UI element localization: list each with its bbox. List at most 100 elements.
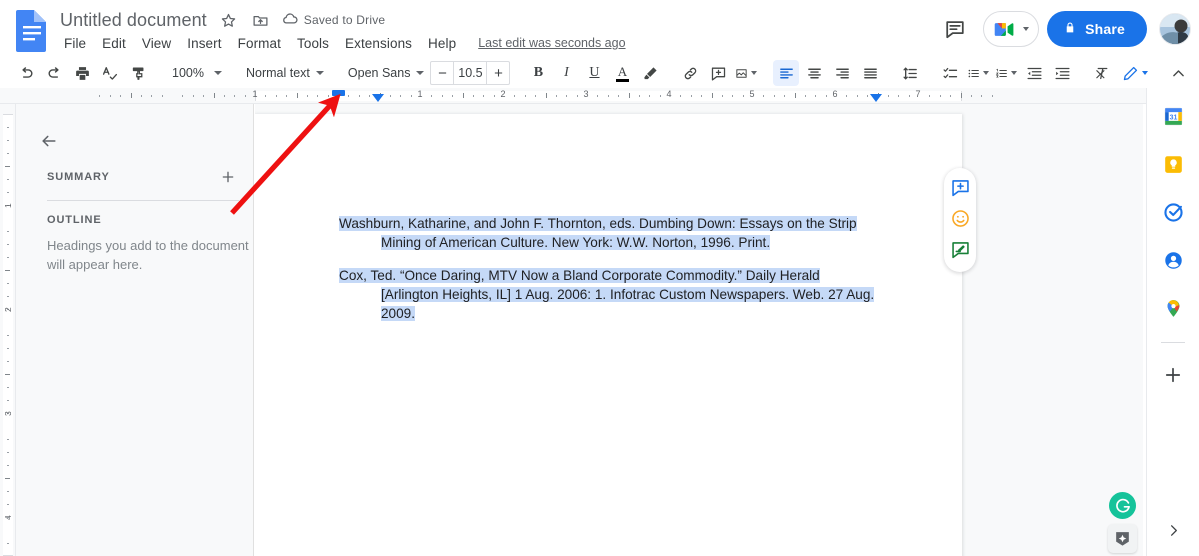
- vertical-ruler-tick: [5, 270, 10, 271]
- docs-logo-icon[interactable]: [14, 8, 50, 50]
- insert-link-icon[interactable]: [677, 60, 703, 86]
- clear-formatting-icon[interactable]: [1089, 60, 1115, 86]
- insert-image-icon[interactable]: [733, 60, 759, 86]
- document-page[interactable]: Washburn, Katharine, and John F. Thornto…: [255, 114, 962, 556]
- vertical-ruler[interactable]: 1 2 3 4: [0, 104, 16, 556]
- vertical-ruler-tick: [7, 504, 9, 505]
- google-meet-icon[interactable]: [983, 11, 1039, 47]
- paragraph-style-selector[interactable]: Normal text: [238, 60, 328, 86]
- menu-help[interactable]: Help: [420, 34, 464, 53]
- vertical-ruler-tick: [7, 257, 9, 258]
- ruler-tick: [795, 93, 796, 98]
- google-calendar-icon[interactable]: 31: [1153, 96, 1193, 136]
- account-avatar[interactable]: [1159, 13, 1191, 45]
- paint-format-icon[interactable]: [125, 60, 151, 86]
- text-color-button[interactable]: A: [609, 60, 635, 86]
- vertical-ruler-tick: [7, 452, 9, 453]
- google-keep-icon[interactable]: [1153, 144, 1193, 184]
- comment-history-icon[interactable]: [935, 9, 975, 49]
- undo-icon[interactable]: [13, 60, 39, 86]
- add-comment-icon[interactable]: [705, 60, 731, 86]
- google-contacts-icon[interactable]: [1153, 240, 1193, 280]
- add-comment-icon[interactable]: [947, 174, 973, 200]
- zoom-selector[interactable]: 100%: [164, 60, 226, 86]
- ruler-tick: [265, 95, 266, 97]
- suggest-edit-icon[interactable]: [947, 236, 973, 262]
- emoji-reaction-icon[interactable]: [947, 205, 973, 231]
- ruler-tick: [131, 93, 132, 98]
- menu-view[interactable]: View: [134, 34, 179, 53]
- print-icon[interactable]: [69, 60, 95, 86]
- ruler-tick: [950, 95, 951, 97]
- increase-indent-icon[interactable]: [1049, 60, 1075, 86]
- vertical-ruler-number: 1: [3, 203, 13, 208]
- collapse-toolbar-chevron-up-icon[interactable]: [1165, 60, 1191, 86]
- font-family-selector[interactable]: Open Sans: [340, 60, 429, 86]
- back-arrow-icon[interactable]: [34, 126, 64, 156]
- ruler-tick: [805, 95, 806, 97]
- line-spacing-icon[interactable]: [897, 60, 923, 86]
- star-icon[interactable]: [217, 8, 241, 32]
- ruler-tick: [463, 93, 464, 98]
- font-size-increase-button[interactable]: +: [487, 62, 509, 84]
- align-right-icon[interactable]: [829, 60, 855, 86]
- horizontal-ruler[interactable]: 1 1 2 3 4 5 6 7: [0, 88, 1162, 104]
- font-size-stepper: − 10.5 +: [430, 61, 510, 85]
- menu-extensions[interactable]: Extensions: [337, 34, 420, 53]
- font-size-decrease-button[interactable]: −: [431, 62, 453, 84]
- add-summary-plus-icon[interactable]: [217, 166, 239, 188]
- ruler-tick: [286, 95, 287, 97]
- ruler-tick: [473, 95, 474, 97]
- bulleted-list-icon[interactable]: [965, 60, 991, 86]
- align-justify-icon[interactable]: [857, 60, 883, 86]
- spellcheck-icon[interactable]: [97, 60, 123, 86]
- google-tasks-icon[interactable]: [1153, 192, 1193, 232]
- highlight-pen-icon[interactable]: [637, 60, 663, 86]
- menu-format[interactable]: Format: [230, 34, 289, 53]
- bibliography-entry[interactable]: Cox, Ted. “Once Daring, MTV Now a Bland …: [339, 266, 875, 324]
- grammarly-badge[interactable]: [1109, 492, 1136, 519]
- bold-label: B: [534, 65, 543, 81]
- vertical-ruler-number: 4: [3, 515, 13, 520]
- ruler-tick: [390, 95, 391, 97]
- document-title[interactable]: Untitled document: [58, 10, 209, 31]
- ruler-tick: [411, 95, 412, 97]
- left-indent-marker[interactable]: [372, 94, 384, 102]
- menu-file[interactable]: File: [56, 34, 94, 53]
- last-edit-label[interactable]: Last edit was seconds ago: [478, 36, 625, 50]
- ruler-track: 1 1 2 3 4 5 6 7: [0, 88, 1162, 104]
- move-to-folder-icon[interactable]: [249, 8, 273, 32]
- menu-insert[interactable]: Insert: [179, 34, 229, 53]
- align-left-icon[interactable]: [773, 60, 799, 86]
- align-center-icon[interactable]: [801, 60, 827, 86]
- ruler-tick: [203, 95, 204, 97]
- add-on-plus-icon[interactable]: [1153, 355, 1193, 395]
- google-maps-icon[interactable]: [1153, 288, 1193, 328]
- first-line-indent-marker[interactable]: [332, 90, 345, 96]
- italic-button[interactable]: I: [553, 60, 579, 86]
- bibliography-entry-text: Cox, Ted. “Once Daring, MTV Now a Bland …: [339, 268, 874, 322]
- document-canvas[interactable]: Washburn, Katharine, and John F. Thornto…: [255, 104, 1143, 556]
- save-state[interactable]: Saved to Drive: [281, 9, 386, 32]
- menu-tools[interactable]: Tools: [289, 34, 337, 53]
- expand-panel-chevron-right-icon[interactable]: [1156, 512, 1192, 548]
- explore-gem-icon[interactable]: [1108, 524, 1137, 553]
- ruler-tick: [359, 95, 360, 97]
- ruler-number: 4: [666, 89, 671, 99]
- checklist-icon[interactable]: [937, 60, 963, 86]
- underline-button[interactable]: U: [581, 60, 607, 86]
- bibliography-entry[interactable]: Washburn, Katharine, and John F. Thornto…: [339, 214, 875, 253]
- document-body[interactable]: Washburn, Katharine, and John F. Thornto…: [339, 200, 875, 335]
- decrease-indent-icon[interactable]: [1021, 60, 1047, 86]
- font-size-value[interactable]: 10.5: [453, 62, 487, 84]
- vertical-ruler-tick: [5, 478, 10, 479]
- right-indent-marker[interactable]: [870, 94, 882, 102]
- bold-button[interactable]: B: [525, 60, 551, 86]
- numbered-list-icon[interactable]: [993, 60, 1019, 86]
- share-button[interactable]: Share: [1047, 11, 1147, 47]
- ruler-tick: [452, 95, 453, 97]
- redo-icon[interactable]: [41, 60, 67, 86]
- ruler-tick: [639, 95, 640, 97]
- edit-mode-button[interactable]: [1116, 60, 1152, 86]
- menu-edit[interactable]: Edit: [94, 34, 134, 53]
